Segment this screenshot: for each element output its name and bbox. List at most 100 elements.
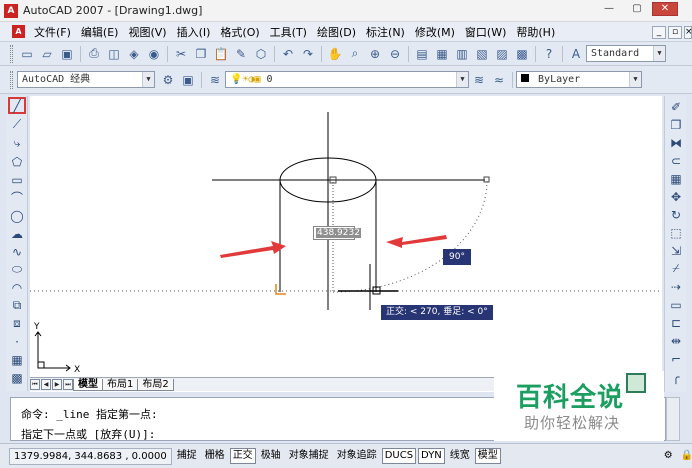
minimize-button[interactable]: —	[596, 2, 622, 16]
last-tab-icon[interactable]: ⏭	[63, 379, 73, 390]
markup-icon[interactable]: ▨	[493, 45, 511, 63]
construction-line-icon[interactable]: ⟋	[8, 116, 26, 133]
open-file-icon[interactable]: ▱	[38, 45, 56, 63]
break-icon[interactable]: ⊏	[667, 314, 685, 331]
toolbar-grip[interactable]	[10, 44, 13, 63]
gradient-icon[interactable]: ▩	[8, 369, 26, 386]
next-tab-icon[interactable]: ▶	[52, 379, 62, 390]
new-file-icon[interactable]: ▭	[18, 45, 36, 63]
menu-view[interactable]: 视图(V)	[123, 24, 171, 40]
sheet-set-icon[interactable]: ▧	[473, 45, 491, 63]
chevron-down-icon[interactable]: ▼	[142, 72, 154, 87]
rotate-icon[interactable]: ↻	[667, 206, 685, 223]
help-icon[interactable]: ?	[540, 45, 558, 63]
undo-icon[interactable]: ↶	[279, 45, 297, 63]
spline-icon[interactable]: ∿	[8, 243, 26, 260]
doc-restore-button[interactable]: ▫	[668, 26, 682, 39]
menu-window[interactable]: 窗口(W)	[460, 24, 511, 40]
lineweight-toggle[interactable]: 线宽	[447, 448, 473, 464]
communication-icon[interactable]: ⚙	[661, 448, 676, 464]
fillet-icon[interactable]: ╭	[667, 368, 685, 385]
scale-icon[interactable]: ⬚	[667, 224, 685, 241]
coordinate-display[interactable]: 1379.9984, 344.8683 , 0.0000	[9, 447, 172, 465]
insert-block-icon[interactable]: ⧉	[8, 297, 26, 314]
drawing-canvas[interactable]: Y X 438.9232 90° 正交: < 270, 垂足: < 0°	[30, 96, 662, 392]
layer-manager-icon[interactable]: ≋	[206, 71, 224, 89]
text-style-select[interactable]: Standard ▼	[586, 45, 666, 62]
maximize-button[interactable]: ▢	[624, 2, 650, 16]
osnap-toggle[interactable]: 对象捕捉	[286, 448, 332, 464]
copy-object-icon[interactable]: ❐	[667, 116, 685, 133]
preview-icon[interactable]: ◫	[105, 45, 123, 63]
tool-palettes-icon[interactable]: ▥	[453, 45, 471, 63]
array-icon[interactable]: ▦	[667, 170, 685, 187]
zoom-previous-icon[interactable]: ⊖	[386, 45, 404, 63]
menu-help[interactable]: 帮助(H)	[511, 24, 560, 40]
extend-icon[interactable]: ⇢	[667, 278, 685, 295]
properties-icon[interactable]: ▤	[413, 45, 431, 63]
toolbar-grip[interactable]	[10, 70, 13, 89]
match-properties-icon[interactable]: ✎	[232, 45, 250, 63]
block-editor-icon[interactable]: ⬡	[252, 45, 270, 63]
erase-icon[interactable]: ✐	[667, 98, 685, 115]
ellipse-icon[interactable]: ⬭	[8, 261, 26, 278]
join-icon[interactable]: ⇹	[667, 332, 685, 349]
color-select[interactable]: ByLayer ▼	[516, 71, 642, 88]
polygon-icon[interactable]: ⬠	[8, 153, 26, 170]
mirror-icon[interactable]: ⧓	[667, 134, 685, 151]
autocad-logo-icon[interactable]: A	[4, 3, 18, 18]
design-center-icon[interactable]: ▦	[433, 45, 451, 63]
calculator-icon[interactable]: ▩	[513, 45, 531, 63]
menu-dimension[interactable]: 标注(N)	[361, 24, 410, 40]
menu-tools[interactable]: 工具(T)	[265, 24, 312, 40]
zoom-realtime-icon[interactable]: ⌕	[346, 45, 364, 63]
menu-modify[interactable]: 修改(M)	[410, 24, 460, 40]
make-layer-current-icon[interactable]: ≋	[470, 71, 488, 89]
text-style-icon[interactable]: A	[567, 45, 585, 63]
move-icon[interactable]: ✥	[667, 188, 685, 205]
menu-insert[interactable]: 插入(I)	[172, 24, 216, 40]
offset-icon[interactable]: ⊂	[667, 152, 685, 169]
pan-icon[interactable]: ✋	[326, 45, 344, 63]
grid-toggle[interactable]: 栅格	[202, 448, 228, 464]
layer-previous-icon[interactable]: ≈	[490, 71, 508, 89]
lock-icon[interactable]: 🔒	[678, 448, 692, 464]
save-icon[interactable]: ▣	[58, 45, 76, 63]
menu-file[interactable]: 文件(F)	[29, 24, 76, 40]
stretch-icon[interactable]: ⇲	[667, 242, 685, 259]
document-icon[interactable]: A	[12, 25, 25, 38]
dyn-toggle[interactable]: DYN	[418, 448, 445, 464]
close-button[interactable]: ✕	[652, 2, 678, 16]
menu-edit[interactable]: 编辑(E)	[76, 24, 124, 40]
layer-select[interactable]: 💡☀◑▣ 0 ▼	[225, 71, 469, 88]
rectangle-icon[interactable]: ▭	[8, 171, 26, 188]
circle-icon[interactable]: ◯	[8, 207, 26, 224]
first-tab-icon[interactable]: ⏮	[30, 379, 40, 390]
model-toggle[interactable]: 模型	[474, 448, 501, 464]
workspace-settings-icon[interactable]: ⚙	[159, 71, 177, 89]
publish-icon[interactable]: ◈	[125, 45, 143, 63]
menu-draw[interactable]: 绘图(D)	[312, 24, 361, 40]
workspace-save-icon[interactable]: ▣	[179, 71, 197, 89]
point-icon[interactable]: ·	[8, 333, 26, 350]
chevron-down-icon[interactable]: ▼	[456, 72, 468, 87]
dynamic-input-field[interactable]: 438.9232	[313, 226, 361, 240]
make-block-icon[interactable]: ⧈	[8, 315, 26, 332]
hatch-icon[interactable]: ▦	[8, 351, 26, 368]
doc-close-button[interactable]: ×	[684, 26, 692, 39]
snap-toggle[interactable]: 捕捉	[174, 448, 200, 464]
workspace-select[interactable]: AutoCAD 经典 ▼	[17, 71, 155, 88]
arc-icon[interactable]: ⌒	[8, 189, 26, 206]
trim-icon[interactable]: ⌿	[667, 260, 685, 277]
chevron-down-icon[interactable]: ▼	[629, 72, 641, 87]
polar-toggle[interactable]: 极轴	[258, 448, 284, 464]
tab-layout1[interactable]: 布局1	[102, 378, 139, 391]
polyline-icon[interactable]: ⤷	[8, 135, 26, 152]
chamfer-icon[interactable]: ⌐	[667, 350, 685, 367]
etransmit-icon[interactable]: ◉	[145, 45, 163, 63]
tab-layout2[interactable]: 布局2	[137, 378, 174, 391]
ellipse-arc-icon[interactable]: ◠	[8, 279, 26, 296]
tab-model[interactable]: 模型	[73, 378, 103, 391]
line-tool-icon[interactable]: ╱	[8, 97, 26, 114]
print-icon[interactable]: ⎙	[85, 45, 103, 63]
